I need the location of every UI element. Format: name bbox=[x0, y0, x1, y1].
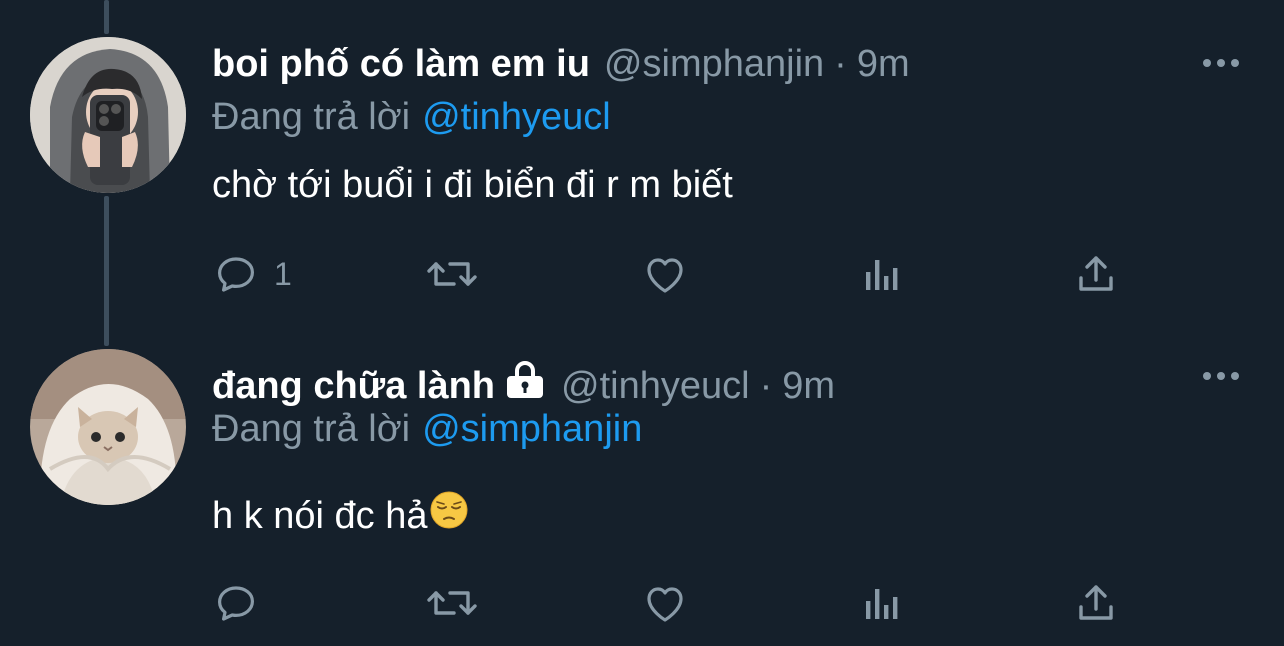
like-button[interactable] bbox=[640, 578, 690, 628]
more-icon bbox=[1203, 372, 1239, 380]
replying-to-label: Đang trả lời bbox=[212, 408, 411, 450]
retweet-icon bbox=[427, 262, 477, 286]
tweet-2[interactable]: đang chữa lành @tinhyeucl · 9m Đang trả … bbox=[0, 330, 1284, 646]
retweet-icon bbox=[427, 591, 477, 615]
avatar[interactable] bbox=[30, 37, 186, 193]
heart-icon bbox=[647, 587, 683, 622]
share-icon bbox=[1079, 585, 1113, 620]
analytics-button[interactable] bbox=[860, 249, 904, 299]
reply-icon bbox=[218, 586, 254, 621]
replying-to-label: Đang trả lời bbox=[212, 96, 411, 138]
more-button[interactable] bbox=[1196, 361, 1246, 391]
reply-button[interactable] bbox=[212, 578, 274, 628]
more-icon bbox=[1203, 59, 1239, 67]
avatar-image bbox=[30, 37, 186, 193]
analytics-icon bbox=[866, 260, 898, 290]
pensive-face-emoji bbox=[429, 490, 469, 541]
like-button[interactable] bbox=[640, 249, 690, 299]
lock-icon bbox=[503, 360, 547, 410]
tweet-header: boi phố có làm em iu @simphanjin · 9m bbox=[212, 42, 910, 86]
user-handle[interactable]: @tinhyeucl bbox=[561, 364, 750, 408]
reply-count: 1 bbox=[274, 255, 292, 292]
tweet-1[interactable]: boi phố có làm em iu @simphanjin · 9m Đa… bbox=[0, 0, 1284, 330]
timestamp[interactable]: 9m bbox=[857, 42, 910, 86]
reply-mention-link[interactable]: @tinhyeucl bbox=[422, 96, 611, 138]
tweet-text: chờ tới buổi i đi biển đi r m biết bbox=[212, 162, 733, 208]
reply-icon bbox=[218, 257, 254, 292]
user-handle[interactable]: @simphanjin bbox=[604, 42, 824, 86]
more-button[interactable] bbox=[1196, 48, 1246, 78]
retweet-button[interactable] bbox=[424, 578, 480, 628]
analytics-icon bbox=[866, 589, 898, 619]
display-name[interactable]: boi phố có làm em iu bbox=[212, 42, 590, 86]
heart-icon bbox=[647, 258, 683, 293]
tweet-text: h k nói đc hả bbox=[212, 490, 469, 541]
analytics-button[interactable] bbox=[860, 578, 904, 628]
reply-mention-link[interactable]: @simphanjin bbox=[422, 408, 642, 450]
reply-button[interactable]: 1 bbox=[212, 249, 292, 299]
display-name[interactable]: đang chữa lành bbox=[212, 364, 495, 408]
tweet-text-content: chờ tới buổi i đi biển đi r m biết bbox=[212, 164, 733, 206]
reply-thread: boi phố có làm em iu @simphanjin · 9m Đa… bbox=[0, 0, 1284, 646]
separator-dot: · bbox=[834, 43, 847, 85]
share-button[interactable] bbox=[1072, 578, 1120, 628]
action-bar: 1 bbox=[212, 249, 1132, 299]
action-bar bbox=[212, 578, 1132, 628]
retweet-button[interactable] bbox=[424, 249, 480, 299]
timestamp[interactable]: 9m bbox=[782, 364, 835, 408]
tweet-text-content: h k nói đc hả bbox=[212, 494, 428, 537]
tweet-header: đang chữa lành @tinhyeucl · 9m bbox=[212, 358, 835, 408]
avatar-image bbox=[30, 349, 186, 505]
replying-to: Đang trả lời @tinhyeucl bbox=[212, 95, 611, 139]
separator-dot: · bbox=[759, 365, 773, 407]
share-button[interactable] bbox=[1072, 249, 1120, 299]
share-icon bbox=[1079, 256, 1113, 291]
avatar[interactable] bbox=[30, 349, 186, 505]
replying-to: Đang trả lời @simphanjin bbox=[212, 407, 642, 451]
